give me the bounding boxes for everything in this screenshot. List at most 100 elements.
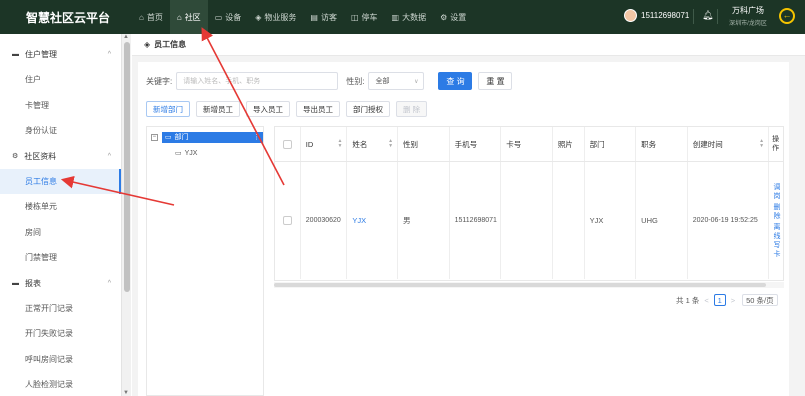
property-icon: ◈ [255, 12, 262, 22]
nav-item-4[interactable]: ▤ 访客 [303, 0, 344, 34]
col-created[interactable]: 创建时间 ▲ ▼ [688, 127, 770, 161]
tree-root-label: 部门 [174, 134, 189, 141]
query-button[interactable]: 查 询 [438, 72, 473, 90]
export-staff-button[interactable]: 导出员工 [296, 101, 340, 117]
total-count: 共 1 条 [676, 295, 700, 305]
col-dept: 部门 [585, 127, 637, 161]
site-selector[interactable]: 万科广场 深圳市/龙岗区 [726, 5, 770, 27]
site-city: 深圳市/龙岗区 [729, 21, 767, 27]
next-page-icon[interactable]: > [731, 296, 735, 305]
scroll-up-icon[interactable]: ▲ [123, 34, 129, 40]
gender-select[interactable]: 全部 ∨ [368, 72, 425, 90]
nav-item-7[interactable]: ⚙ 设置 [433, 0, 473, 34]
nav-item-0[interactable]: ⌂ 首页 [132, 0, 170, 34]
divider [693, 9, 694, 24]
nav-label: 社区 [184, 12, 201, 22]
scrollbar-thumb[interactable] [124, 42, 130, 292]
page-size-select[interactable]: 50 条/页 [742, 294, 778, 306]
sidebar-group-community-data[interactable]: ⚙ 社区资料 ^ [0, 144, 121, 169]
sort-icon[interactable]: ▲ ▼ [337, 139, 342, 149]
top-bar: 智慧社区云平台 ⌂ 首页 ⌂ 社区 ▭ 设备 ◈ 物业服务 ▤ 访客 ◫ 停车 ▥ 大数据 ⚙ 设置 1511… [0, 0, 805, 34]
keyword-input[interactable]: 请输入姓名、手机、职务 [176, 72, 339, 90]
nav-item-1[interactable]: ⌂ 社区 [169, 0, 208, 34]
logout-icon[interactable]: ← [779, 8, 795, 24]
avatar[interactable] [624, 9, 637, 22]
transfer-link[interactable]: 调岗 [774, 183, 782, 201]
sidebar-item-fail-log[interactable]: 开门失败记录 [0, 321, 121, 347]
staff-table: ID ▲ ▼ 姓名 ▲ ▼ 性别 手机号 卡号 照片 部门 职务 创建时间 ▲ ▼ 操作 2… [274, 126, 784, 281]
nav-label: 停车 [361, 12, 378, 22]
more-icon[interactable]: ⋮ [253, 133, 260, 141]
sidebar-item-rooms[interactable]: 房间 [0, 220, 121, 246]
select-all-checkbox[interactable] [275, 127, 301, 161]
nav-label: 大数据 [402, 12, 427, 22]
cell-card [501, 162, 553, 279]
sidebar-item-call-log[interactable]: 呼叫房间记录 [0, 347, 121, 373]
community-icon: ⌂ [176, 12, 182, 22]
col-id[interactable]: ID ▲ ▼ [301, 127, 348, 161]
nav-item-3[interactable]: ◈ 物业服务 [248, 0, 303, 34]
sidebar-item-residents[interactable]: 住户 [0, 67, 121, 93]
new-dept-button[interactable]: 新增部门 [146, 101, 190, 117]
parking-icon: ◫ [350, 12, 359, 22]
scrollbar-thumb[interactable] [274, 283, 766, 287]
page-title: 员工信息 [154, 40, 187, 49]
chevron-down-icon: ∨ [414, 78, 419, 85]
dept-auth-button[interactable]: 部门授权 [346, 101, 390, 117]
prev-page-icon[interactable]: < [704, 296, 708, 305]
reset-button[interactable]: 重 置 [478, 72, 513, 90]
sidebar-item-buildings[interactable]: 楼栋单元 [0, 194, 121, 220]
sort-icon[interactable]: ▲ ▼ [759, 139, 764, 149]
nav-item-6[interactable]: ▥ 大数据 [385, 0, 434, 34]
device-icon: ▭ [214, 12, 223, 22]
bell-icon[interactable]: 🔔︎ [702, 10, 713, 21]
sort-icon[interactable]: ▲ ▼ [388, 139, 393, 149]
divider [717, 9, 718, 24]
bigdata-icon: ▥ [391, 12, 400, 22]
row-checkbox[interactable] [275, 162, 301, 279]
sidebar-item-cards[interactable]: 卡管理 [0, 93, 121, 119]
new-staff-button[interactable]: 新增员工 [196, 101, 240, 117]
col-title: 职务 [636, 127, 688, 161]
cell-title: UHG [636, 162, 688, 279]
sidebar-group-label: 社区资料 [24, 151, 57, 161]
cell-name[interactable]: YJX [347, 162, 399, 279]
scroll-down-icon[interactable]: ▼ [123, 390, 129, 396]
table-scrollbar[interactable] [274, 282, 784, 288]
delete-button[interactable]: 删 除 [396, 101, 428, 117]
sidebar-item-staff[interactable]: 员工信息 [0, 168, 121, 194]
visitor-icon: ▤ [310, 12, 318, 22]
col-ops: 操作 [772, 136, 780, 152]
nav-item-5[interactable]: ◫ 停车 [344, 0, 385, 34]
tree-node-selected[interactable]: ▭ 部门 ⋮ [161, 131, 263, 143]
main-content: ◈ 员工信息 关键字: 请输入姓名、手机、职务 性别: 全部 ∨ 查 询 重 置… [132, 34, 805, 396]
import-staff-button[interactable]: 导入员工 [246, 101, 290, 117]
sidebar-group-residents[interactable]: ▬ 住户管理 ^ [0, 42, 121, 67]
table-row: 200030620 YJX 男 15112698071 YJX UHG 2020… [275, 162, 783, 279]
tree-node-child[interactable]: ▭ YJX [175, 147, 263, 159]
sidebar-item-access[interactable]: 门禁管理 [0, 245, 121, 271]
folder-icon: ▬ [12, 51, 19, 58]
sidebar-scrollbar[interactable]: ▲ ▼ [121, 34, 131, 396]
sidebar-group-reports[interactable]: ▬ 报表 ^ [0, 271, 121, 296]
dept-tree: − ▭ 部门 ⋮ ▭ YJX [146, 126, 264, 396]
sidebar-item-face-log[interactable]: 人脸检测记录 [0, 372, 121, 396]
sidebar-item-identity[interactable]: 身份认证 [0, 118, 121, 144]
nav-item-2[interactable]: ▭ 设备 [208, 0, 249, 34]
nav-label: 设置 [450, 12, 467, 22]
sidebar-item-open-log[interactable]: 正常开门记录 [0, 296, 121, 322]
tree-node-root[interactable]: − ▭ 部门 ⋮ [151, 131, 263, 143]
user-info[interactable]: 15112698071 [624, 9, 689, 22]
pagination: 共 1 条 < 1 > 50 条/页 [676, 294, 778, 306]
delete-link[interactable]: 删除 [774, 203, 782, 221]
settings-icon: ⚙ [12, 153, 19, 160]
cell-id: 200030620 [301, 162, 348, 279]
write-card-link[interactable]: 离线写卡 [774, 223, 782, 259]
col-name[interactable]: 姓名 ▲ ▼ [347, 127, 399, 161]
page-current[interactable]: 1 [713, 294, 726, 306]
toolbar: 新增部门 新增员工 导入员工 导出员工 部门授权 删 除 [146, 101, 433, 117]
collapse-icon[interactable]: − [151, 133, 158, 141]
search-bar: 关键字: 请输入姓名、手机、职务 性别: 全部 ∨ 查 询 重 置 [146, 72, 513, 90]
site-name: 万科广场 [732, 6, 764, 15]
chevron-up-icon: ^ [107, 152, 111, 160]
